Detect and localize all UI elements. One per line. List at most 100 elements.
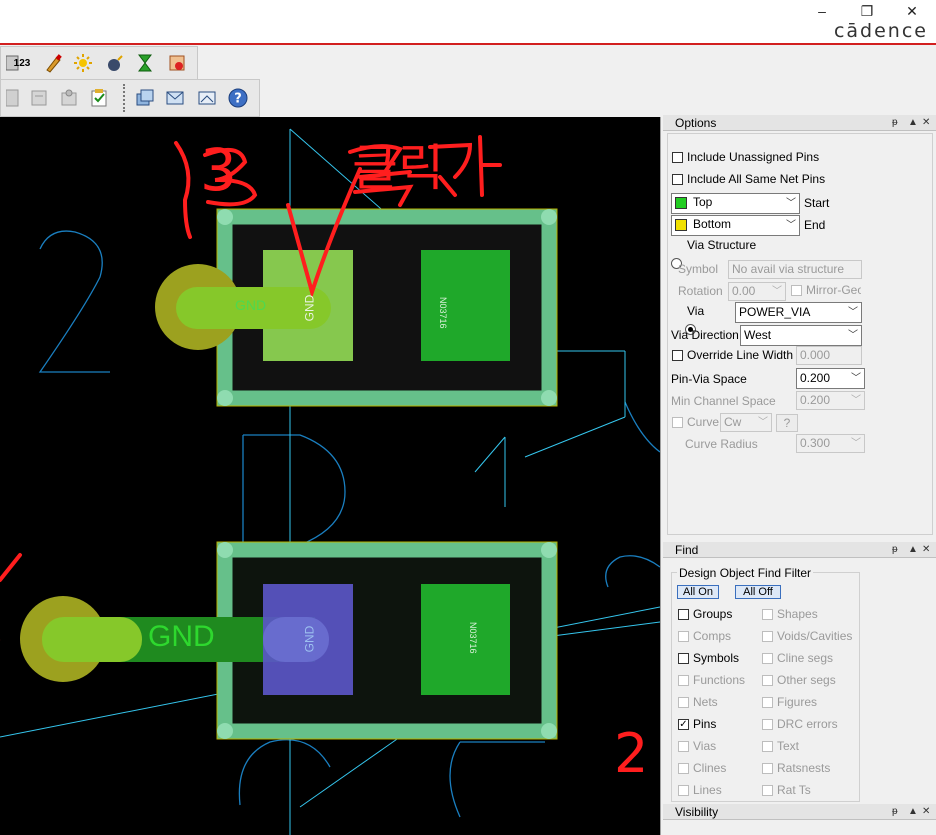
find-functions-checkbox[interactable] [678,675,689,686]
doc-icon[interactable] [1,86,25,110]
find-clines-checkbox[interactable] [678,763,689,774]
cursor-icon[interactable] [165,51,189,75]
find-text-checkbox[interactable] [762,741,773,752]
find-pins-checkbox[interactable]: ✓ [678,719,689,730]
find-cline-segs-checkbox[interactable] [762,653,773,664]
visibility-title: Visibility [675,805,719,819]
title-divider [0,43,936,45]
find-figures-label: Figures [777,695,818,709]
pad-gnd-label: GND [148,620,215,653]
curve-checkbox[interactable] [672,417,683,428]
mirror-geo-checkbox[interactable] [791,285,802,296]
find-nets-label: Nets [693,695,718,709]
close-window-button[interactable]: ✕ [900,2,924,20]
close-icon[interactable]: ✕ [922,804,930,820]
find-clines-label: Clines [693,761,727,775]
find-vias-checkbox[interactable] [678,741,689,752]
curve-direction-select[interactable]: Cw ﹀ [720,413,772,432]
find-symbols-label: Symbols [693,651,740,665]
min-channel-space-select[interactable]: 0.200 ﹀ [796,391,865,410]
chevron-down-icon: ﹀ [848,330,858,341]
close-icon[interactable]: ✕ [922,542,930,558]
pad-gnd-label: GND [235,297,267,313]
find-ratsnests-checkbox[interactable] [762,763,773,774]
find-filter-title: Design Object Find Filter [677,566,814,580]
include-unassigned-label: Include Unassigned Pins [687,150,820,164]
find-voids-cavities-checkbox[interactable] [762,631,773,642]
find-groups-checkbox[interactable] [678,609,689,620]
collapse-icon[interactable]: ▲ [908,115,918,131]
collapse-icon[interactable]: ▲ [908,542,918,558]
min-channel-space-value: 0.200 [800,393,831,407]
brush-icon[interactable] [41,51,65,75]
toolbar-row-2: ? [0,79,260,117]
all-on-button[interactable]: All On [677,585,719,599]
part-text: N03716 [438,297,448,329]
via-label: Via [687,304,705,318]
pin-icon[interactable]: ᵽ [892,804,898,820]
find-shapes-checkbox[interactable] [762,609,773,620]
find-figures-checkbox[interactable] [762,697,773,708]
find-shapes-label: Shapes [777,607,818,621]
hourglass-icon[interactable] [133,51,157,75]
via-direction-select[interactable]: West ﹀ [740,325,862,346]
curve-radius-label: Curve Radius [685,437,758,451]
find-voids-cavities-label: Voids/Cavities [777,629,853,643]
find-panel: Find ᵽ ▲ ✕ Design Object Find Filter All… [663,542,936,802]
help-icon[interactable]: ? [226,86,250,110]
bomb-icon[interactable] [103,51,127,75]
find-drc-errors-checkbox[interactable] [762,719,773,730]
close-icon[interactable]: ✕ [922,115,930,131]
gear-book-icon[interactable] [57,86,81,110]
pin-icon[interactable]: ᵽ [892,115,898,131]
override-line-width-checkbox[interactable] [672,350,683,361]
end-layer-select[interactable]: Bottom ﹀ [671,215,800,236]
override-line-width-field[interactable]: 0.000 [796,346,862,365]
find-nets-checkbox[interactable] [678,697,689,708]
pin-via-space-select[interactable]: 0.200 ﹀ [796,368,865,389]
find-comps-label: Comps [693,629,732,643]
start-label: Start [804,196,830,210]
window-stack-icon[interactable] [133,86,157,110]
find-comps-checkbox[interactable] [678,631,689,642]
pcb-canvas[interactable]: GND GND N03716 GND GND N03716 [0,117,660,835]
book-icon[interactable] [27,86,51,110]
mail-icon[interactable] [195,86,219,110]
chevron-down-icon: ﹀ [786,220,796,231]
collapse-icon[interactable]: ▲ [908,804,918,820]
find-lines-checkbox[interactable] [678,785,689,796]
rotation-select[interactable]: 0.00 ﹀ [728,282,786,301]
pin-via-space-label: Pin-Via Space [671,372,747,386]
pin-via-space-value: 0.200 [800,371,831,385]
find-other-segs-checkbox[interactable] [762,675,773,686]
minimize-button[interactable]: – [810,2,834,20]
chevron-down-icon: ﹀ [851,373,861,384]
find-groups-label: Groups [693,607,733,621]
include-unassigned-checkbox[interactable] [672,152,683,163]
visibility-panel-header: Visibility ᵽ ▲ ✕ [663,804,936,820]
toolbar-row-1: 123 [0,46,198,80]
via-select[interactable]: POWER_VIA ﹀ [735,302,862,323]
options-panel: Options ᵽ ▲ ✕ Include Unassigned Pins In… [663,115,936,535]
checklist-icon[interactable] [87,86,111,110]
include-same-net-checkbox[interactable] [672,174,683,185]
find-symbols-checkbox[interactable] [678,653,689,664]
all-off-button[interactable]: All Off [735,585,781,599]
find-other-segs-label: Other segs [777,673,836,687]
find-rat-ts-checkbox[interactable] [762,785,773,796]
chevron-down-icon: ﹀ [851,395,861,406]
options-panel-header: Options ᵽ ▲ ✕ [663,115,936,131]
symbol-select[interactable]: No avail via structure [728,260,862,279]
start-layer-select[interactable]: Top ﹀ [671,193,800,214]
find-ratsnests-label: Ratsnests [777,761,831,775]
curve-help-button[interactable]: ? [776,414,798,432]
restore-button[interactable]: ❐ [855,2,879,20]
curve-radius-select[interactable]: 0.300 ﹀ [796,434,865,453]
chevron-down-icon: ﹀ [851,438,861,449]
sun-icon[interactable] [71,51,95,75]
pin-icon[interactable]: ᵽ [892,542,898,558]
envelope-icon[interactable] [163,86,187,110]
number-icon[interactable]: 123 [10,51,34,75]
symbol-value: No avail via structure [732,262,845,276]
curve-radius-value: 0.300 [800,436,831,450]
